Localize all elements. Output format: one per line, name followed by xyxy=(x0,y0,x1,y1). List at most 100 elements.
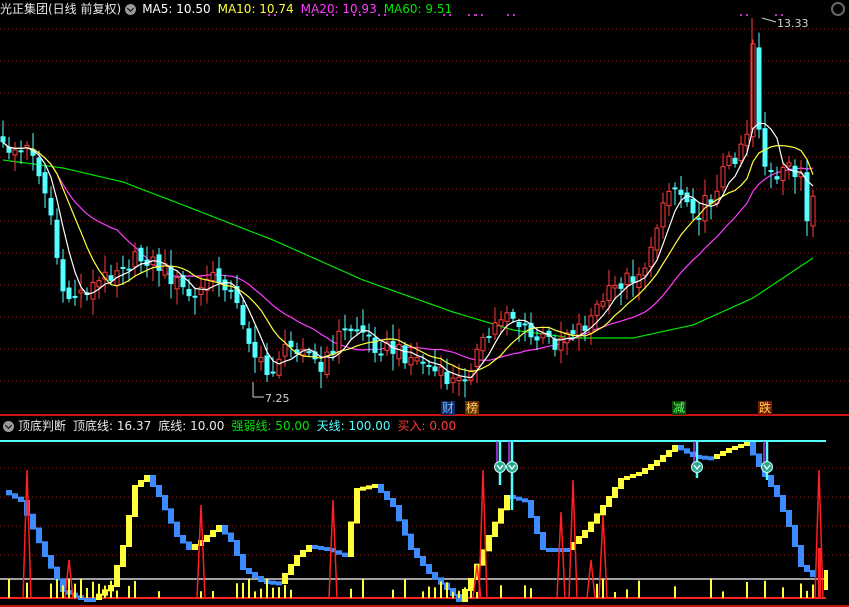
indicator-step xyxy=(258,576,264,582)
baseline-tick xyxy=(212,590,214,598)
candle-body xyxy=(318,361,324,372)
top-marker-dot xyxy=(740,14,742,16)
candle-body xyxy=(348,328,354,332)
candle-body xyxy=(246,328,252,344)
candle-body xyxy=(510,311,516,319)
indicator-step xyxy=(690,451,696,457)
candle-body xyxy=(186,288,192,297)
indicator-step xyxy=(6,490,12,496)
candle-body xyxy=(0,136,6,143)
indicator-step xyxy=(270,580,276,585)
ma10-path xyxy=(2,141,814,373)
indicator-step xyxy=(624,476,630,480)
candle-body xyxy=(654,227,660,251)
candle-body xyxy=(762,128,768,167)
indicator-step xyxy=(798,545,804,567)
event-rank[interactable]: 榜 xyxy=(465,401,480,415)
indicator-step xyxy=(654,460,660,466)
baseline-tick xyxy=(158,591,160,598)
candle-body xyxy=(252,341,258,358)
signal-spike xyxy=(196,504,206,599)
candle-body xyxy=(36,157,42,177)
baseline-tick xyxy=(524,585,526,598)
candle-body xyxy=(132,251,138,268)
strength-line-value: 强弱线: 50.00 xyxy=(231,419,310,433)
indicator-step xyxy=(714,454,720,459)
ma5-value: MA5: 10.50 xyxy=(142,2,211,16)
indicator-step xyxy=(576,536,582,544)
event-finance[interactable]: 财 xyxy=(441,401,456,415)
baseline-tick xyxy=(626,589,628,598)
indicator-step xyxy=(114,565,120,587)
indicator-step xyxy=(216,525,222,532)
top-line-value: 顶底线: 16.37 xyxy=(73,419,152,433)
candle-body xyxy=(366,334,372,337)
indicator-step xyxy=(180,535,186,544)
ma60-line xyxy=(2,159,814,339)
candle-body xyxy=(258,356,264,363)
candle-body xyxy=(660,202,666,228)
baseline-tick xyxy=(476,591,478,598)
baseline-tick xyxy=(452,591,454,598)
chart-canvas[interactable]: 13.33 7.25 xyxy=(0,0,849,607)
event-reduce[interactable]: 减 xyxy=(672,401,687,415)
indicator-step xyxy=(90,598,96,602)
indicator-step xyxy=(540,532,546,550)
baseline-tick xyxy=(722,591,724,598)
end-marker xyxy=(818,548,821,598)
indicator-step xyxy=(522,498,528,503)
low-price-label: 7.25 xyxy=(265,392,290,405)
top-signal-arrow-icon xyxy=(691,461,703,473)
indicator-step xyxy=(648,464,654,470)
baseline-tick xyxy=(68,579,70,598)
indicator-step xyxy=(252,572,258,578)
indicator-step xyxy=(684,448,690,454)
baseline-tick xyxy=(260,588,262,598)
indicator-step xyxy=(84,598,90,602)
dropdown-circle-icon[interactable] xyxy=(125,3,137,15)
baseline-tick xyxy=(602,578,604,598)
top-marker-dot xyxy=(507,14,509,16)
candle-body xyxy=(138,247,144,262)
candle-body xyxy=(198,286,204,295)
indicator-step xyxy=(240,554,246,570)
candle-body xyxy=(432,366,438,372)
settings-gear-icon[interactable] xyxy=(831,2,845,16)
ma20-line xyxy=(2,141,814,361)
candle-body xyxy=(48,197,54,216)
indicator-step xyxy=(54,566,60,581)
indicator-step xyxy=(564,548,570,552)
candle-body xyxy=(720,166,726,188)
baseline-tick xyxy=(404,579,406,598)
baseline-tick xyxy=(278,587,280,598)
candle-body xyxy=(600,301,606,307)
indicator-step xyxy=(582,530,588,538)
indicator-step xyxy=(306,545,312,552)
candle-body xyxy=(672,187,678,190)
candle-body xyxy=(12,149,18,156)
baseline-tick xyxy=(110,580,112,598)
indicator-step xyxy=(348,521,354,557)
indicator-step xyxy=(702,455,708,460)
event-drop[interactable]: 跌 xyxy=(758,401,773,415)
indicator-step xyxy=(30,513,36,530)
indicator-step xyxy=(546,548,552,552)
candle-body xyxy=(60,259,66,292)
indicator-step xyxy=(528,500,534,518)
candle-body xyxy=(450,377,456,384)
buy-value: 买入: 0.00 xyxy=(397,419,457,433)
candle-body xyxy=(492,322,498,335)
candle-body xyxy=(618,283,624,289)
indicator-step xyxy=(294,555,300,566)
dropdown-circle-icon[interactable] xyxy=(3,420,14,432)
main-chart-header: 光正集团(日线 前复权) MA5: 10.50 MA10: 10.74 MA20… xyxy=(0,0,459,18)
candle-body xyxy=(282,343,288,357)
baseline-tick xyxy=(362,579,364,598)
indicator-step xyxy=(804,565,810,572)
candle-body xyxy=(42,172,48,194)
indicator-step xyxy=(498,508,504,524)
baseline-tick xyxy=(446,582,448,598)
indicator-step xyxy=(756,453,762,467)
baseline-tick xyxy=(134,581,136,598)
candle-body xyxy=(72,295,78,298)
